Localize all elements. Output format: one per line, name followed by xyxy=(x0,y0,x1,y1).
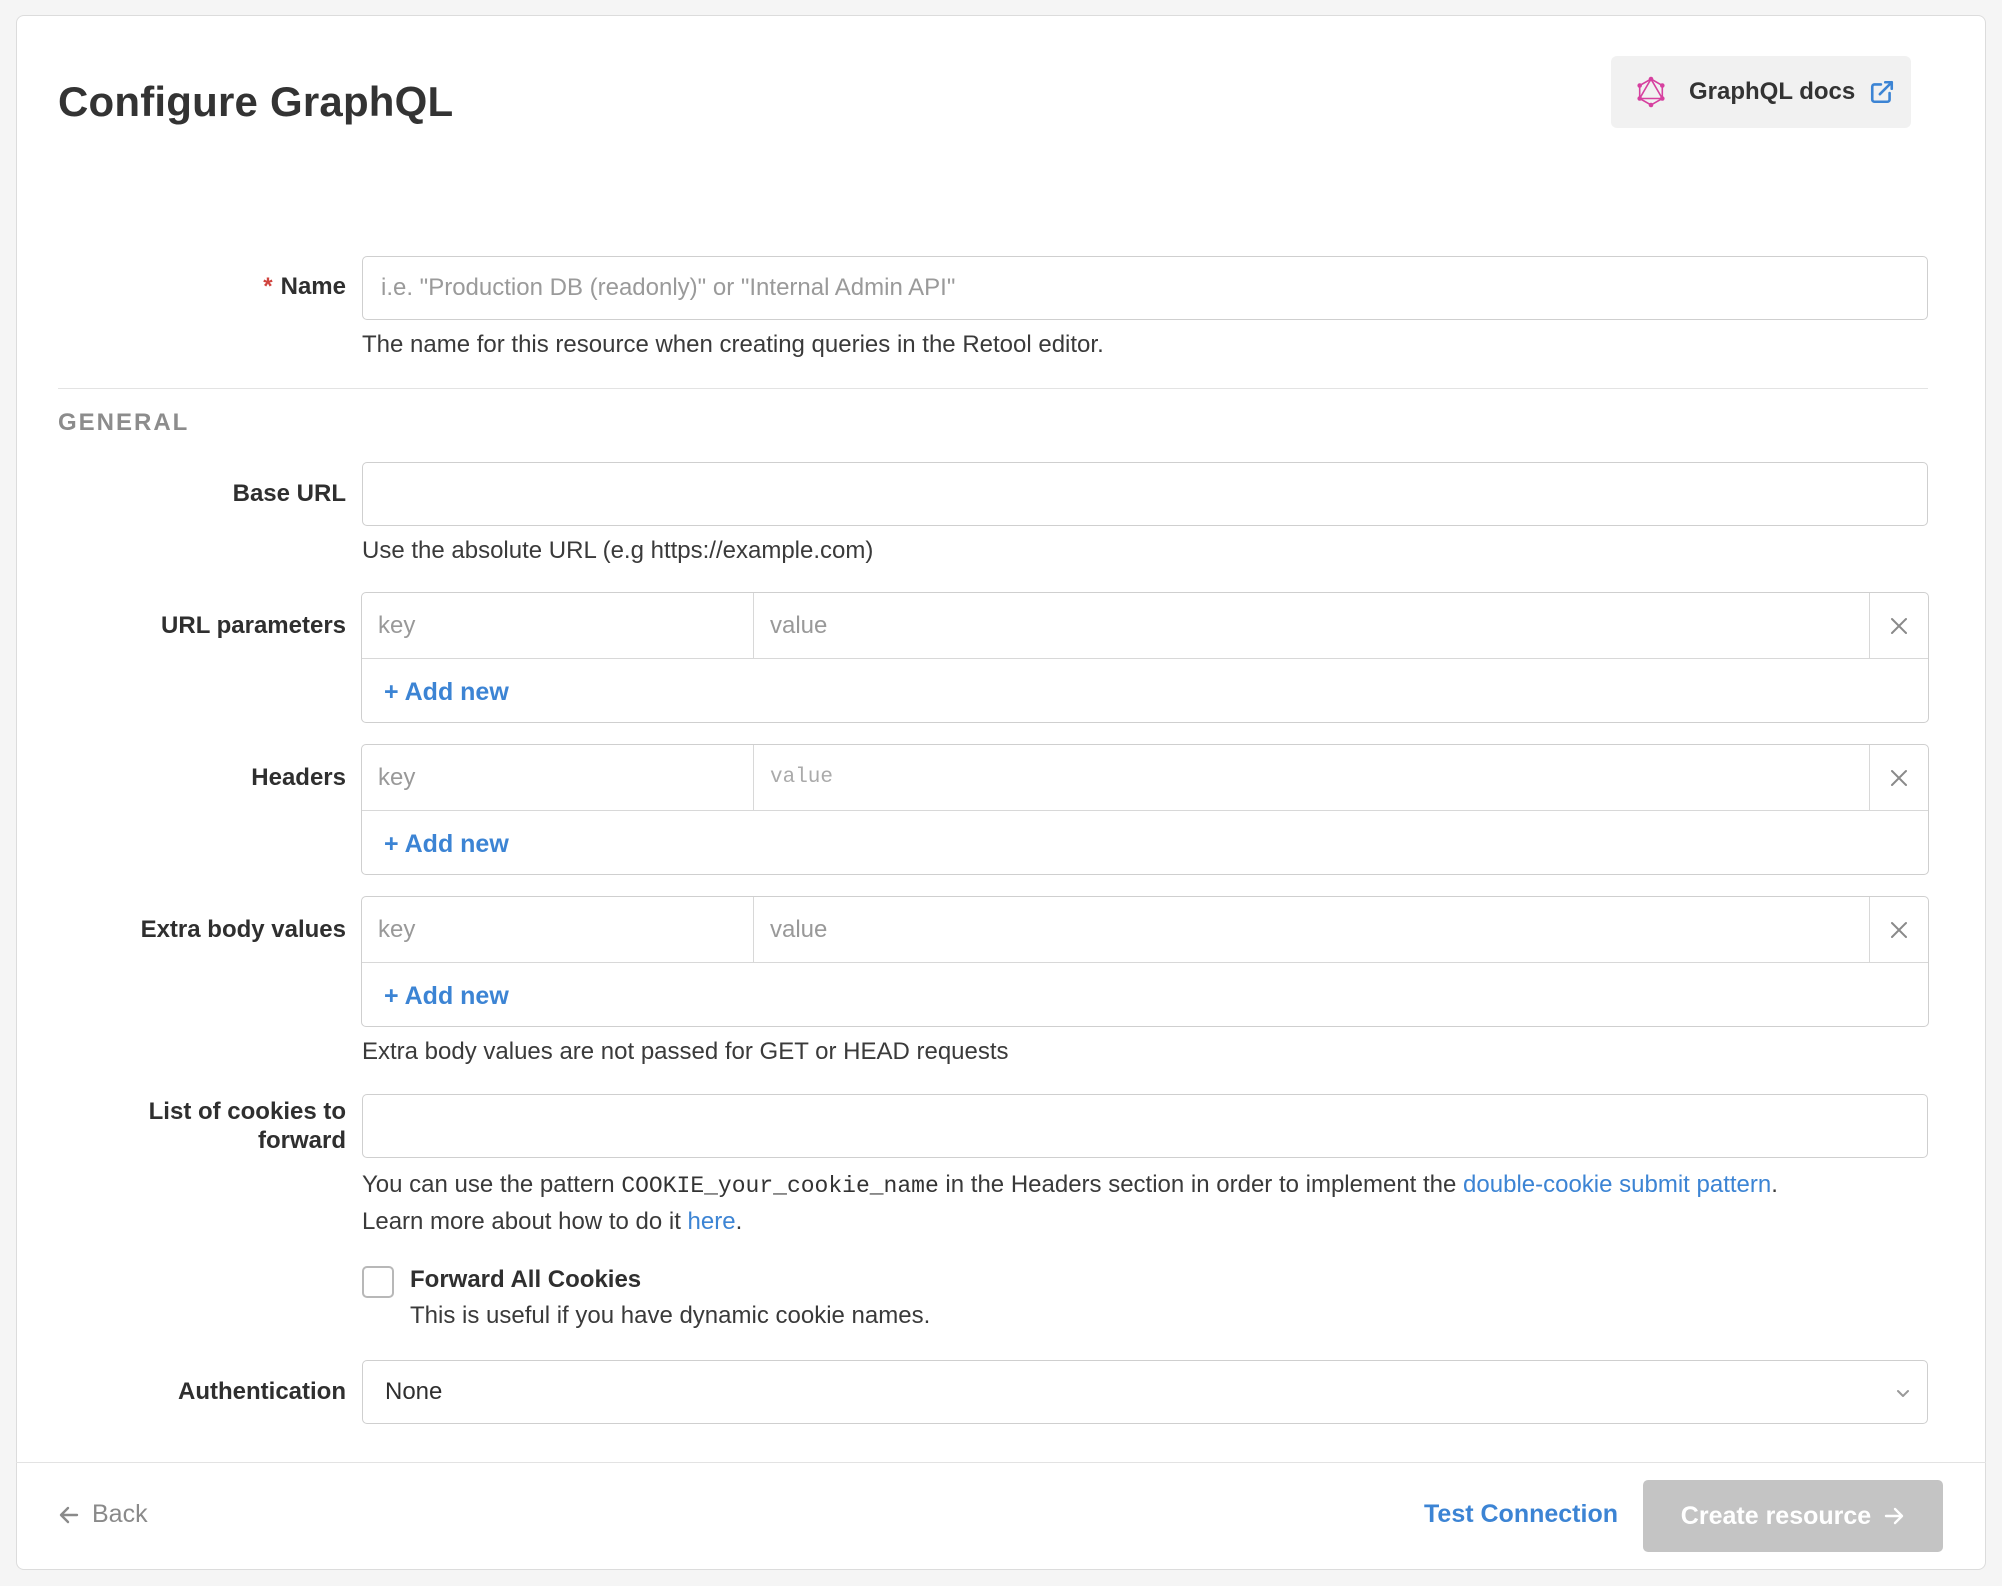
base-url-help-text: Use the absolute URL (e.g https://exampl… xyxy=(362,537,874,564)
authentication-selected-value: None xyxy=(385,1378,443,1405)
remove-url-parameter-button[interactable] xyxy=(1870,593,1928,658)
arrow-right-icon xyxy=(1883,1505,1905,1527)
cookies-help-text: You can use the pattern COOKIE_your_cook… xyxy=(362,1171,1778,1235)
cookies-input[interactable] xyxy=(362,1094,1928,1158)
close-icon xyxy=(1891,921,1907,938)
external-link-icon xyxy=(1869,79,1895,105)
double-cookie-submit-pattern-link[interactable]: double-cookie submit pattern xyxy=(1463,1171,1771,1198)
authentication-label: Authentication xyxy=(178,1378,346,1405)
footer-divider xyxy=(16,1462,1986,1463)
extra-body-values-label: Extra body values xyxy=(140,916,346,943)
url-parameter-value-input[interactable]: value xyxy=(754,593,1870,658)
cookies-label-line1: List of cookies to xyxy=(148,1098,346,1125)
add-url-parameter-button[interactable]: + Add new xyxy=(384,678,509,707)
create-resource-button[interactable]: Create resource xyxy=(1643,1480,1943,1552)
extra-body-value-input[interactable]: value xyxy=(754,897,1870,962)
headers-label: Headers xyxy=(251,764,346,791)
forward-all-cookies-checkbox[interactable] xyxy=(362,1266,394,1298)
back-button[interactable]: Back xyxy=(58,1500,148,1529)
name-input[interactable]: i.e. "Production DB (readonly)" or "Inte… xyxy=(362,256,1928,320)
section-divider xyxy=(58,388,1928,389)
page-title: Configure GraphQL xyxy=(58,78,454,125)
headers-table: key value + Add new xyxy=(361,744,1929,875)
graphql-logo-icon xyxy=(1635,76,1667,108)
extra-body-values-table: key value + Add new xyxy=(361,896,1929,1027)
forward-all-cookies-help: This is useful if you have dynamic cooki… xyxy=(410,1302,931,1329)
base-url-label: Base URL xyxy=(232,480,346,507)
name-label: * Name xyxy=(263,273,346,300)
test-connection-button[interactable]: Test Connection xyxy=(1424,1500,1618,1529)
cookies-label: List of cookies to forward xyxy=(149,1097,346,1155)
extra-body-row: key value xyxy=(362,897,1928,963)
extra-body-key-input[interactable]: key xyxy=(362,897,754,962)
url-parameter-key-input[interactable]: key xyxy=(362,593,754,658)
add-header-button[interactable]: + Add new xyxy=(384,830,509,859)
graphql-docs-button[interactable]: GraphQL docs xyxy=(1611,56,1911,128)
graphql-docs-label: GraphQL docs xyxy=(1689,78,1856,105)
extra-body-help-text: Extra body values are not passed for GET… xyxy=(362,1038,1009,1065)
url-parameters-table: key value + Add new xyxy=(361,592,1929,723)
cookies-label-line2: forward xyxy=(257,1127,346,1154)
create-resource-label: Create resource xyxy=(1680,1501,1872,1530)
add-extra-body-button[interactable]: + Add new xyxy=(384,982,509,1011)
remove-extra-body-button[interactable] xyxy=(1870,897,1928,962)
authentication-select[interactable]: None xyxy=(362,1360,1928,1424)
remove-header-button[interactable] xyxy=(1870,745,1928,810)
required-asterisk: * xyxy=(263,273,273,300)
back-label: Back xyxy=(92,1500,148,1528)
header-row: key value xyxy=(362,745,1928,811)
general-section-title: GENERAL xyxy=(58,409,190,436)
close-icon xyxy=(1891,617,1907,634)
name-help-text: The name for this resource when creating… xyxy=(362,331,1104,358)
url-parameter-row: key value xyxy=(362,593,1928,659)
learn-more-here-link[interactable]: here xyxy=(688,1208,736,1235)
url-parameters-label: URL parameters xyxy=(161,612,346,639)
header-key-input[interactable]: key xyxy=(362,745,754,810)
close-icon xyxy=(1891,769,1907,786)
chevron-down-icon xyxy=(1897,1390,1909,1397)
arrow-left-icon xyxy=(58,1504,80,1526)
name-input-placeholder: i.e. "Production DB (readonly)" or "Inte… xyxy=(381,274,956,301)
header-value-input[interactable]: value xyxy=(754,745,1870,810)
forward-all-cookies-label: Forward All Cookies xyxy=(410,1266,642,1293)
cookie-pattern-code: COOKIE_your_cookie_name xyxy=(621,1173,939,1199)
base-url-input[interactable] xyxy=(362,462,1928,526)
